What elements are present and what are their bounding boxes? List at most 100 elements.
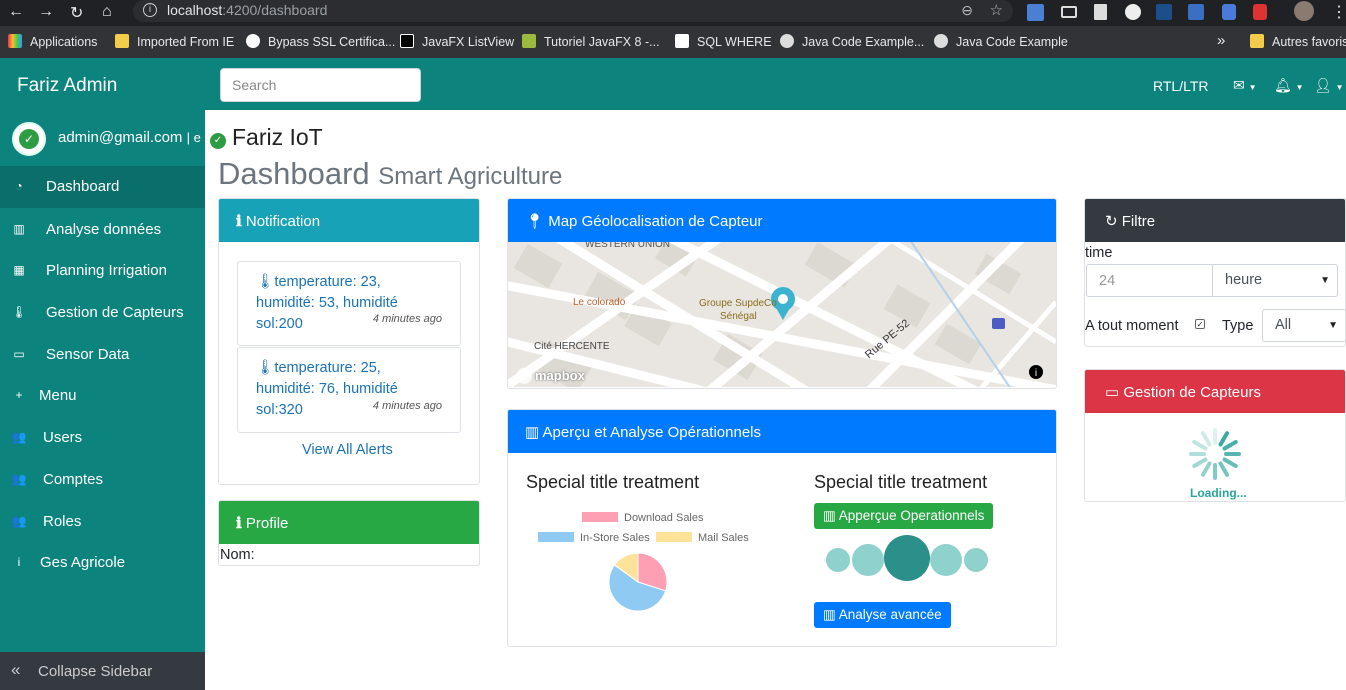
sidebar-item-gestion-de-capteurs[interactable]: 🌡 Gestion de Capteurs: [0, 292, 205, 334]
laptop-icon: ▭: [1105, 384, 1120, 401]
apercue-operationnels-button[interactable]: ▥ Apperçue Operationnels: [814, 503, 994, 529]
bookmark-link[interactable]: SQL WHERE: [675, 34, 772, 49]
bookmark-link[interactable]: Java Code Example: [934, 34, 1068, 49]
sidebar-item-sensor-data[interactable]: ▭ Sensor Data: [0, 334, 205, 376]
legend-swatch: [582, 512, 618, 522]
laptop-icon: ▭: [13, 347, 25, 361]
sidebar-item-label: Ges Agricole: [40, 554, 126, 571]
map-view[interactable]: i WESTERN UNION Le colorado Groupe Supde…: [508, 242, 1056, 387]
bookmark-link[interactable]: Tutoriel JavaFX 8 -...: [522, 34, 660, 49]
caret-down-icon: ▼: [1320, 275, 1330, 286]
bar-chart-icon: [930, 544, 962, 576]
notification-time: 4 minutes ago: [372, 313, 442, 325]
spinner-segment: [1192, 440, 1208, 451]
search-input[interactable]: [220, 68, 421, 102]
notifications-dropdown[interactable]: 🔔︎ ▼: [1274, 77, 1304, 94]
bookmark-other-folder[interactable]: Autres favoris: [1250, 34, 1346, 49]
app-navbar: Fariz Admin RTL/LTR ✉ ▼ 🔔︎ ▼ 👤︎ ▼: [0, 58, 1346, 110]
sidebar-item-planning-irrigation[interactable]: ▦ Planning Irrigation: [0, 250, 205, 292]
brand[interactable]: Fariz Admin: [17, 75, 117, 97]
analyse-avancee-button[interactable]: ▥ Analyse avancée: [814, 602, 951, 628]
sidebar-item-roles[interactable]: 👥 Roles: [0, 501, 205, 543]
right-card-title: Special title treatment: [814, 472, 988, 492]
bookmark-link[interactable]: JavaFX ListView: [400, 34, 514, 49]
profile-header: ℹ Profile: [219, 501, 479, 544]
legend-swatch: [538, 532, 574, 542]
github-extension-icon[interactable]: [1125, 4, 1141, 20]
collapse-sidebar-button[interactable]: « Collapse Sidebar: [0, 652, 205, 690]
info-icon[interactable]: i: [143, 3, 157, 17]
users-icon: 👥: [11, 430, 27, 444]
profile-avatar-icon[interactable]: [1294, 1, 1314, 21]
sidebar-item-menu[interactable]: + Menu: [0, 375, 205, 417]
reload-icon[interactable]: ↻: [70, 3, 83, 23]
user-dropdown[interactable]: 👤︎ ▼: [1314, 77, 1344, 94]
zoom-icon[interactable]: ⊖: [961, 2, 973, 19]
extension-icon[interactable]: [1156, 4, 1172, 20]
time-input[interactable]: [1086, 264, 1213, 297]
type-select-value: All: [1275, 317, 1292, 333]
user-icon: 👤︎: [1314, 77, 1332, 93]
extension-badge-icon[interactable]: [1188, 4, 1204, 20]
address-bar[interactable]: i localhost:4200/dashboard ⊖ ☆: [133, 0, 1013, 22]
bookmark-link[interactable]: Java Code Example...: [780, 34, 924, 49]
notification-time: 4 minutes ago: [372, 400, 442, 412]
star-icon[interactable]: ☆: [990, 1, 1003, 19]
left-card-title: Special title treatment: [526, 472, 700, 492]
shield-extension-icon[interactable]: [1222, 4, 1236, 20]
home-icon[interactable]: ⌂: [102, 3, 112, 21]
list-item[interactable]: 🌡︎temperature: 25, humidité: 76, humidit…: [237, 347, 461, 433]
sidebar-item-comptes[interactable]: 👥 Comptes: [0, 459, 205, 501]
info-icon: ℹ: [236, 515, 242, 532]
view-all-alerts-link[interactable]: View All Alerts: [302, 442, 393, 458]
users-icon: 👥: [11, 472, 27, 486]
notification-header: ℹ Notification: [219, 199, 479, 242]
legend-label: Mail Sales: [698, 532, 749, 544]
profile-title: Profile: [245, 515, 289, 532]
caret-down-icon: ▼: [1295, 83, 1304, 92]
mapbox-logo[interactable]: mapbox: [535, 368, 585, 383]
sidebar-item-analyse-donn-es[interactable]: ▥ Analyse données: [0, 209, 205, 251]
sidebar-user: ✓ admin@gmail.com | e: [0, 110, 205, 166]
document-extension-icon[interactable]: [1094, 4, 1107, 20]
user-email[interactable]: admin@gmail.com: [58, 129, 182, 146]
type-select[interactable]: All ▼: [1262, 309, 1345, 342]
back-icon[interactable]: ←: [8, 3, 24, 21]
rtl-ltr-toggle[interactable]: RTL/LTR: [1153, 78, 1209, 94]
folder-icon: [1250, 34, 1264, 48]
line-chart-icon: [852, 544, 884, 576]
notification-title: Notification: [245, 213, 321, 230]
spinner-segment: [1222, 440, 1238, 451]
bell-icon: 🔔︎: [1274, 77, 1292, 93]
envelope-icon: ✉: [1233, 77, 1245, 93]
sidebar-item-users[interactable]: 👥 Users: [0, 417, 205, 459]
map-canvas: i: [508, 242, 1056, 387]
extension-icon[interactable]: [1061, 6, 1077, 18]
bookmark-folder[interactable]: Imported From IE: [115, 34, 234, 49]
spinner-segment: [1218, 461, 1229, 477]
loading-text: Loading...: [1190, 486, 1247, 500]
translate-extension-icon[interactable]: [1027, 4, 1044, 21]
forward-icon[interactable]: →: [38, 3, 54, 21]
apps-grid-icon: [8, 34, 22, 48]
bar-chart-icon: ▥: [525, 424, 540, 441]
more-icon[interactable]: ⋮: [1331, 2, 1346, 22]
extension-icon[interactable]: [1253, 4, 1267, 20]
list-item[interactable]: 🌡︎temperature: 23, humidité: 53, humidit…: [237, 261, 461, 346]
bookmark-link[interactable]: Bypass SSL Certifica...: [246, 34, 395, 49]
dashboard-icon: ◔: [15, 179, 23, 193]
map-label: Le colorado: [573, 297, 626, 308]
a-tout-moment-checkbox[interactable]: ✓: [1195, 319, 1205, 329]
unit-select[interactable]: heure ▼: [1212, 264, 1338, 297]
bookmarks-overflow[interactable]: »: [1217, 32, 1225, 49]
time-label: time: [1085, 245, 1113, 261]
sidebar-item-ges-agricole[interactable]: i Ges Agricole: [0, 542, 205, 584]
analytics-illustration: [826, 535, 991, 581]
bookmark-applications[interactable]: Applications: [8, 34, 97, 49]
sidebar-item-label: Users: [43, 429, 83, 446]
j-logo-icon: [400, 34, 414, 48]
sidebar-item-dashboard[interactable]: ◔ Dashboard: [0, 166, 205, 208]
check-icon: ✓: [210, 133, 226, 149]
mail-dropdown[interactable]: ✉ ▼: [1233, 77, 1257, 94]
avatar: ✓: [12, 122, 46, 156]
